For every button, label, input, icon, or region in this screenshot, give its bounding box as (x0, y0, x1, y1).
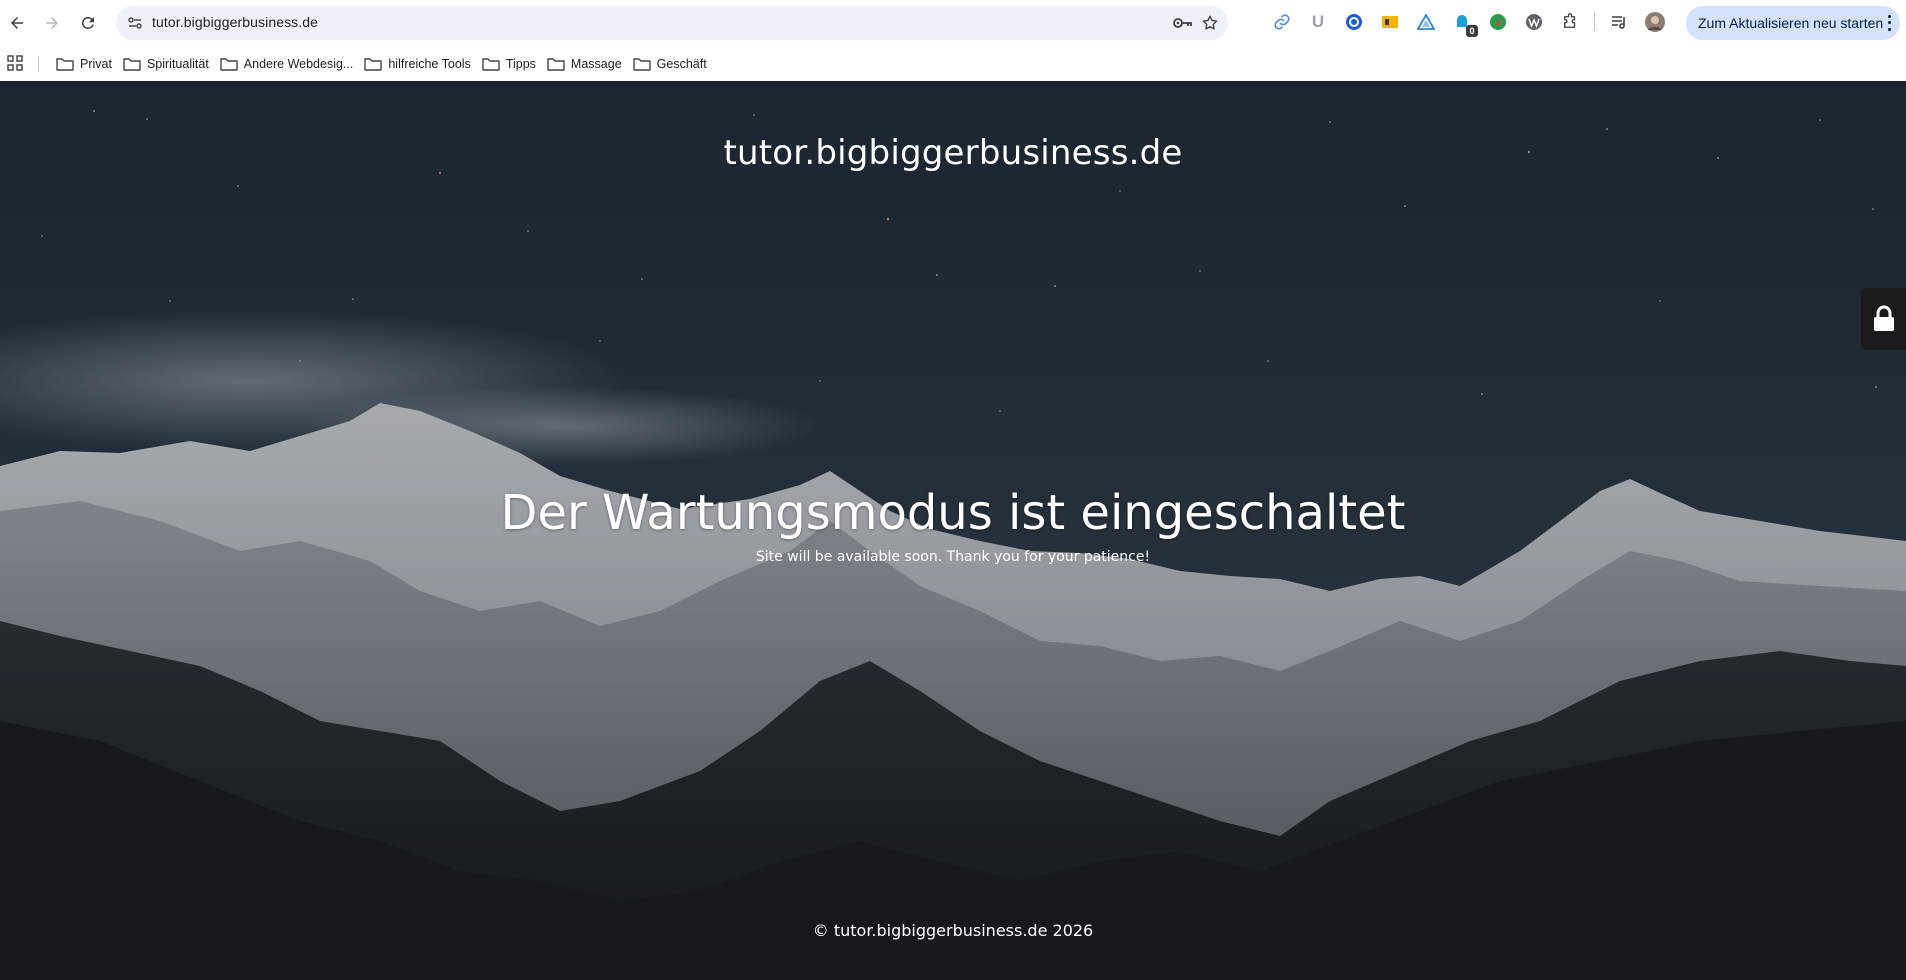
update-restart-label: Zum Aktualisieren neu starten (1698, 15, 1884, 31)
avatar[interactable] (1643, 10, 1667, 34)
address-bar[interactable]: tutor.bigbiggerbusiness.de (116, 6, 1228, 40)
folder-icon (482, 57, 500, 71)
blue-circle-extension-icon[interactable] (1342, 10, 1366, 34)
bookmark-label: Spiritualität (146, 56, 209, 71)
green-leaf-extension-icon[interactable] (1486, 10, 1510, 34)
folder-icon (364, 57, 383, 71)
bookmarks-bar: Privat Spiritualität Andere Webdesig... … (0, 46, 1906, 81)
triangle-extension-icon[interactable] (1414, 10, 1438, 34)
site-info-icon[interactable] (124, 12, 146, 34)
bookmark-label: hilfreiche Tools (388, 56, 471, 71)
reload-icon (81, 16, 94, 29)
bookmarks-divider (38, 56, 39, 72)
folder-icon (632, 57, 651, 71)
maintenance-lock-tab[interactable] (1861, 288, 1906, 350)
more-menu-icon[interactable] (1884, 13, 1894, 33)
toolbar-divider (1594, 13, 1595, 31)
apps-grid-icon[interactable] (7, 55, 23, 71)
bookmark-star-icon[interactable] (1198, 11, 1222, 35)
yellow-box-extension-icon[interactable] (1378, 10, 1402, 34)
forward-button[interactable] (37, 8, 67, 38)
reload-button[interactable] (73, 8, 103, 38)
bookmark-folder-geschaeft[interactable]: Geschäft (631, 50, 716, 78)
bookmark-folder-spiritualitaet[interactable]: Spiritualität (121, 50, 218, 78)
maintenance-subline: Site will be available soon. Thank you f… (755, 549, 1151, 565)
bookmark-label: Geschäft (656, 56, 707, 71)
maintenance-headline: Der Wartungsmodus ist eingeschaltet (500, 485, 1406, 541)
folder-icon (220, 57, 238, 71)
bookmark-folder-privat[interactable]: Privat (54, 50, 121, 78)
media-control-icon[interactable] (1607, 10, 1631, 34)
update-restart-button[interactable]: Zum Aktualisieren neu starten (1686, 6, 1900, 40)
bookmark-label: Massage (570, 56, 622, 71)
url-text[interactable]: tutor.bigbiggerbusiness.de (152, 14, 318, 30)
folder-icon (56, 57, 74, 71)
bookmark-label: Privat (80, 56, 112, 71)
site-title[interactable]: tutor.bigbiggerbusiness.de (0, 133, 1906, 173)
extension-badge: 0 (1466, 25, 1478, 37)
password-key-icon[interactable] (1170, 11, 1194, 35)
bookmark-folder-massage[interactable]: Massage (545, 50, 631, 78)
footer-copyright: © tutor.bigbiggerbusiness.de 2026 (812, 921, 1094, 940)
u-extension-icon[interactable]: U (1306, 10, 1330, 34)
forward-arrow-icon (46, 17, 58, 29)
link-extension-icon[interactable] (1270, 10, 1294, 34)
wordpress-extension-icon[interactable] (1522, 10, 1546, 34)
folder-icon (547, 57, 565, 71)
maintenance-page: tutor.bigbiggerbusiness.de Der Wartungsm… (0, 81, 1906, 980)
folder-icon (123, 57, 141, 71)
bookmark-folder-tipps[interactable]: Tipps (480, 50, 545, 78)
bookmark-folder-hilfreiche-tools[interactable]: hilfreiche Tools (362, 50, 479, 78)
puzzle-icon[interactable] (1558, 10, 1582, 34)
browser-toolbar: tutor.bigbiggerbusiness.de U 0 Zum Aktua… (0, 0, 1906, 46)
bookmark-list: Privat Spiritualität Andere Webdesig... … (54, 46, 716, 81)
lock-icon (1873, 305, 1894, 331)
bookmark-label: Andere Webdesig... (243, 56, 354, 71)
bookmark-label: Tipps (505, 56, 536, 71)
bookmark-folder-andere-webdesign[interactable]: Andere Webdesig... (218, 50, 363, 78)
back-button[interactable] (2, 8, 32, 38)
back-arrow-icon (11, 17, 23, 29)
badge-extension-icon[interactable]: 0 (1450, 10, 1478, 37)
extensions-area: U 0 (1270, 10, 1667, 37)
